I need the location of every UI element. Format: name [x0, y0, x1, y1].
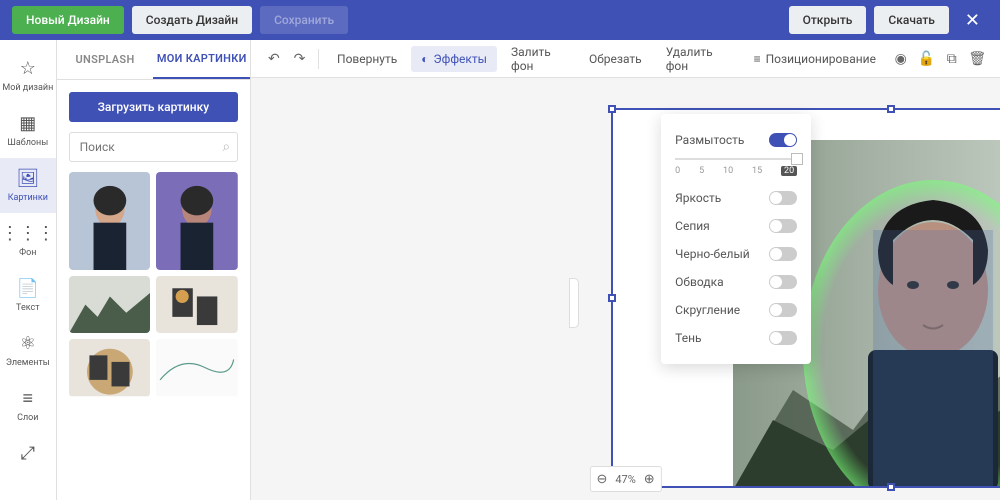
effects-icon: ◐ [421, 52, 428, 66]
star-icon: ☆ [20, 58, 36, 79]
shadow-toggle[interactable] [769, 331, 797, 345]
left-sidebar: ☆Мой дизайн ▦Шаблоны 🖼Картинки ⋮⋮⋮Фон 📄Т… [0, 40, 57, 500]
image-thumbnail[interactable] [156, 339, 238, 396]
rotate-button[interactable]: Повернуть [327, 46, 407, 72]
resize-handle[interactable] [608, 294, 616, 302]
effect-blur-label: Размытость [675, 133, 744, 147]
sidebar-elements[interactable]: ⚛Элементы [0, 323, 56, 378]
sidebar-images[interactable]: 🖼Картинки [0, 158, 56, 213]
tab-my-images[interactable]: МОИ КАРТИНКИ [153, 40, 250, 79]
search-input[interactable] [69, 132, 239, 162]
sidebar-fullscreen[interactable]: ⤢ [0, 433, 56, 478]
top-bar: Новый Дизайн Создать Дизайн Сохранить От… [0, 0, 1000, 40]
layers-icon: ≡ [23, 388, 34, 409]
effects-dropdown: Размытость 0 5 10 15 20 Яркость Сепия Че… [661, 114, 811, 364]
sidebar-background[interactable]: ⋮⋮⋮Фон [0, 213, 56, 268]
close-icon[interactable]: ✕ [957, 10, 988, 31]
sepia-toggle[interactable] [769, 219, 797, 233]
resize-handle[interactable] [887, 105, 895, 113]
crop-button[interactable]: Обрезать [579, 46, 652, 72]
elements-icon: ⚛ [20, 333, 36, 354]
stroke-toggle[interactable] [769, 275, 797, 289]
zoom-value: 47% [615, 473, 635, 486]
effect-bw-label: Черно-белый [675, 247, 750, 261]
sidebar-text[interactable]: 📄Текст [0, 268, 56, 323]
text-icon: 📄 [17, 278, 39, 299]
image-thumbnail[interactable] [156, 172, 238, 270]
zoom-control: ⊖ 47% ⊕ [589, 466, 661, 492]
positioning-button[interactable]: ≡Позиционирование [744, 46, 886, 72]
effect-rounding-label: Скругление [675, 303, 740, 317]
sidebar-layers[interactable]: ≡Слои [0, 378, 56, 433]
panel-collapse-handle[interactable] [569, 278, 579, 328]
effect-stroke-label: Обводка [675, 275, 723, 289]
resize-handle[interactable] [887, 483, 895, 491]
dots-icon: ⋮⋮⋮ [1, 223, 55, 244]
rounding-toggle[interactable] [769, 303, 797, 317]
images-panel: UNSPLASH МОИ КАРТИНКИ Загрузить картинку… [57, 40, 252, 500]
image-thumbnail[interactable] [69, 339, 151, 396]
zoom-out-icon[interactable]: ⊖ [596, 472, 607, 487]
zoom-in-icon[interactable]: ⊕ [644, 472, 655, 487]
tab-unsplash[interactable]: UNSPLASH [57, 40, 154, 79]
new-design-button[interactable]: Новый Дизайн [12, 6, 124, 34]
slider-thumb[interactable] [791, 153, 803, 165]
blur-toggle[interactable] [769, 133, 797, 147]
open-button[interactable]: Открыть [789, 6, 867, 34]
resize-handle[interactable] [608, 105, 616, 113]
brightness-toggle[interactable] [769, 191, 797, 205]
copy-icon[interactable]: ⧉ [941, 46, 963, 72]
download-button[interactable]: Скачать [874, 6, 948, 34]
lock-icon[interactable]: 🔓 [915, 46, 937, 72]
image-thumbnail[interactable] [69, 172, 151, 270]
trash-icon[interactable]: 🗑 [967, 46, 989, 72]
search-icon: ⌕ [222, 139, 230, 155]
image-thumbnail[interactable] [69, 276, 151, 333]
undo-icon[interactable]: ↶ [263, 46, 285, 72]
effect-sepia-label: Сепия [675, 219, 710, 233]
effects-button[interactable]: ◐Эффекты [411, 46, 497, 72]
canvas-area: ↶ ↷ Повернуть ◐Эффекты Залить фон Обреза… [251, 40, 1000, 500]
upload-image-button[interactable]: Загрузить картинку [69, 92, 239, 122]
blur-slider[interactable]: 0 5 10 15 20 [675, 158, 797, 176]
sidebar-templates[interactable]: ▦Шаблоны [0, 103, 56, 158]
fill-bg-button[interactable]: Залить фон [501, 46, 575, 72]
bw-toggle[interactable] [769, 247, 797, 261]
effect-brightness-label: Яркость [675, 191, 721, 205]
save-button: Сохранить [260, 6, 348, 34]
sidebar-my-design[interactable]: ☆Мой дизайн [0, 48, 56, 103]
layers-icon: ≡ [754, 52, 761, 66]
image-thumbnail[interactable] [156, 276, 238, 333]
drop-icon[interactable]: ◉ [890, 46, 912, 72]
context-toolbar: ↶ ↷ Повернуть ◐Эффекты Залить фон Обреза… [251, 40, 1000, 78]
effect-shadow-label: Тень [675, 331, 701, 345]
redo-icon[interactable]: ↷ [289, 46, 311, 72]
remove-bg-button[interactable]: Удалить фон [656, 46, 736, 72]
expand-icon: ⤢ [21, 443, 35, 464]
grid-icon: ▦ [19, 113, 36, 134]
create-design-button[interactable]: Создать Дизайн [132, 6, 252, 34]
image-icon: 🖼 [16, 168, 39, 189]
